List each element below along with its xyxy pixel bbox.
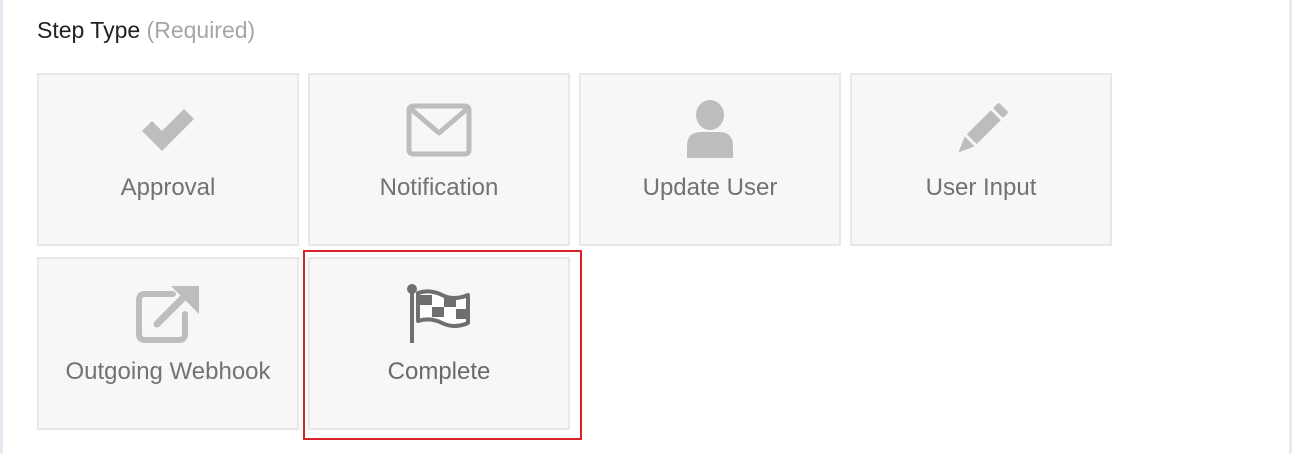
step-type-label-outgoing-webhook: Outgoing Webhook bbox=[65, 358, 271, 385]
step-type-label-update-user: Update User bbox=[642, 174, 778, 201]
step-type-label-user-input: User Input bbox=[925, 174, 1037, 201]
step-type-user-input[interactable]: User Input bbox=[850, 73, 1112, 246]
external-link-icon bbox=[39, 283, 297, 345]
step-type-label-notification: Notification bbox=[379, 174, 499, 201]
step-type-label: Step Type (Required) bbox=[37, 17, 255, 44]
pencil-icon bbox=[852, 99, 1110, 161]
step-type-complete[interactable]: Complete bbox=[308, 257, 570, 430]
checkered-flag-icon bbox=[310, 283, 568, 345]
field-label-text: Step Type bbox=[37, 17, 141, 43]
step-type-update-user[interactable]: Update User bbox=[579, 73, 841, 246]
step-type-panel: Step Type (Required) Approval Notificati… bbox=[0, 0, 1292, 454]
step-type-approval[interactable]: Approval bbox=[37, 73, 299, 246]
checkmark-icon bbox=[39, 99, 297, 161]
envelope-icon bbox=[310, 99, 568, 161]
step-type-label-approval: Approval bbox=[120, 174, 216, 201]
step-type-outgoing-webhook[interactable]: Outgoing Webhook bbox=[37, 257, 299, 430]
step-type-notification[interactable]: Notification bbox=[308, 73, 570, 246]
step-type-label-complete: Complete bbox=[387, 358, 491, 385]
user-icon bbox=[581, 99, 839, 161]
required-indicator: (Required) bbox=[146, 17, 256, 43]
